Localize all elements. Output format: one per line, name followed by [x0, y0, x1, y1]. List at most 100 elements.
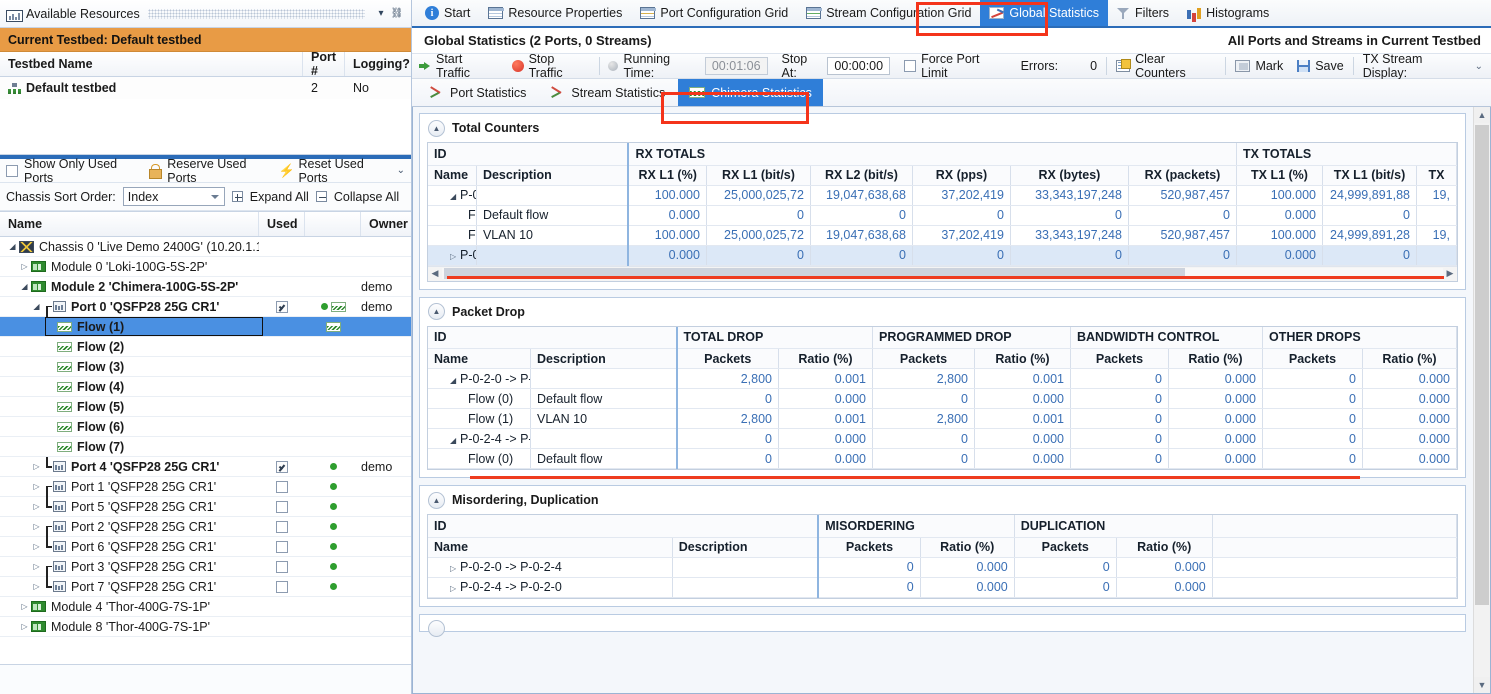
expander-expand-icon[interactable]: ▷: [30, 462, 43, 471]
grid-column-header[interactable]: TX L1 (%): [1236, 165, 1323, 186]
hscroll-track[interactable]: [442, 268, 1443, 279]
tree-used-cell[interactable]: [259, 520, 305, 533]
grid-column-header[interactable]: TX L1 (bit/s): [1322, 165, 1417, 186]
tree-item[interactable]: Flow (5): [0, 397, 411, 417]
grid-column-header[interactable]: Ratio (%): [920, 537, 1015, 558]
expander-expand-icon[interactable]: ▷: [450, 584, 460, 593]
grid-column-header[interactable]: Name: [428, 537, 673, 558]
used-checkbox[interactable]: [276, 560, 288, 573]
grid-column-header[interactable]: RX L2 (bit/s): [810, 165, 913, 186]
expander-collapse-icon[interactable]: ◢: [450, 376, 460, 385]
stop-at-input[interactable]: 00:00:00: [827, 57, 891, 75]
expander-expand-icon[interactable]: ▷: [30, 542, 43, 551]
collapse-toggle-icon[interactable]: ▲: [428, 303, 445, 320]
grid-row[interactable]: ▷ P-0-2-4 -> P-0-2-0 0 0.000 0 0.000: [428, 577, 1458, 598]
expander-expand-icon[interactable]: ▷: [450, 564, 460, 573]
expander-expand-icon[interactable]: ▷: [18, 602, 31, 611]
tab-resource-properties[interactable]: Resource Properties: [479, 0, 631, 26]
testbed-row[interactable]: Default testbed 2 No: [0, 77, 411, 99]
grid-column-header[interactable]: RX (packets): [1128, 165, 1237, 186]
grid-column-header[interactable]: Name: [428, 165, 477, 186]
used-checkbox[interactable]: [276, 580, 288, 593]
tree-item[interactable]: Flow (2): [0, 337, 411, 357]
tree-used-cell[interactable]: [259, 500, 305, 513]
grid-row[interactable]: ▷P-0-2-4 -> P-0-2-00.000000000.0000: [428, 245, 1458, 266]
chassis-sort-select[interactable]: Index: [122, 187, 225, 206]
tree-item[interactable]: Flow (4): [0, 377, 411, 397]
expander-expand-icon[interactable]: ▷: [450, 252, 460, 261]
expand-all-button[interactable]: Expand All: [250, 190, 309, 204]
expander-expand-icon[interactable]: ▷: [18, 622, 31, 631]
tree-used-cell[interactable]: [259, 480, 305, 493]
expander-collapse-icon[interactable]: ◢: [18, 282, 31, 291]
tree-item[interactable]: ▷ Module 0 'Loki-100G-5S-2P': [0, 257, 411, 277]
used-checkbox-checked[interactable]: [276, 300, 288, 313]
used-checkbox[interactable]: [276, 520, 288, 533]
grid-row[interactable]: Flow (0) Default flow 0 0.000 0 0.000 0 0.000 0 0…: [428, 388, 1457, 409]
grid-column-header[interactable]: Ratio (%): [778, 348, 873, 369]
horizontal-scrollbar[interactable]: ◀ ▶: [428, 265, 1457, 281]
stop-at-group[interactable]: Stop At: 00:00:00: [775, 52, 898, 80]
reserve-used-ports-button[interactable]: Reserve Used Ports: [167, 157, 272, 185]
tree-used-cell[interactable]: [259, 300, 305, 313]
tree-item[interactable]: ▷ Port 6 'QSFP28 25G CR1': [0, 536, 411, 557]
tree-used-cell[interactable]: [259, 540, 305, 553]
grid-column-header[interactable]: Ratio (%): [974, 348, 1071, 369]
start-traffic-button[interactable]: Start Traffic: [412, 52, 505, 80]
expander-expand-icon[interactable]: ▷: [30, 502, 43, 511]
scroll-up-arrow-icon[interactable]: ▲: [1474, 107, 1490, 123]
mark-button[interactable]: Mark: [1228, 54, 1290, 78]
tree-item[interactable]: ◢ Module 2 'Chimera-100G-5S-2P' demo: [0, 277, 411, 297]
hscroll-thumb[interactable]: [444, 268, 1185, 279]
tree-item[interactable]: ▷ Port 3 'QSFP28 25G CR1': [0, 557, 411, 577]
grid-column-header[interactable]: Ratio (%): [1362, 348, 1457, 369]
expander-expand-icon[interactable]: ▷: [30, 582, 43, 591]
grid-row[interactable]: ◢P-0-2-4 -> P-0-2-000.00000.00000.00000.…: [428, 428, 1457, 449]
pin-icon[interactable]: ⛓: [389, 6, 405, 22]
scroll-right-arrow-icon[interactable]: ▶: [1443, 268, 1457, 279]
reset-used-ports-button[interactable]: Reset Used Ports: [298, 157, 390, 185]
grid-row[interactable]: Flow (0)Default flow0.000000000.0000: [428, 205, 1458, 226]
grid-column-header[interactable]: Description: [476, 165, 629, 186]
tree-used-cell[interactable]: [259, 560, 305, 573]
scroll-left-arrow-icon[interactable]: ◀: [428, 268, 442, 279]
subtab-port-statistics[interactable]: Port Statistics: [418, 79, 537, 106]
grid-column-header[interactable]: [1212, 537, 1458, 558]
tab-global-statistics[interactable]: Global Statistics: [980, 0, 1109, 26]
expander-collapse-icon[interactable]: ◢: [450, 436, 460, 445]
tx-stream-display-group[interactable]: TX Stream Display:: [1356, 52, 1475, 80]
collapse-toggle-icon[interactable]: ▲: [428, 119, 445, 137]
expander-collapse-icon[interactable]: ◢: [6, 242, 19, 251]
show-only-used-ports-label[interactable]: Show Only Used Ports: [24, 157, 142, 185]
tree-item[interactable]: ▷ Port 2 'QSFP28 25G CR1': [0, 517, 411, 537]
tree-item[interactable]: ▷ Module 4 'Thor-400G-7S-1P': [0, 597, 411, 617]
grid-column-header[interactable]: Packets: [675, 348, 779, 369]
overflow-chevron-icon[interactable]: ⌄: [397, 165, 405, 176]
tree-item[interactable]: ◢ Port 0 'QSFP28 25G CR1' demo: [0, 297, 411, 317]
tree-item[interactable]: ▷ Port 7 'QSFP28 25G CR1': [0, 576, 411, 597]
expander-collapse-icon[interactable]: ◢: [450, 192, 460, 201]
subtab-chimera-statistics[interactable]: Chimera Statistics: [678, 79, 823, 106]
tab-histograms[interactable]: Histograms: [1178, 0, 1278, 26]
collapse-toggle-icon[interactable]: ▲: [428, 491, 445, 509]
grid-column-header[interactable]: Description: [672, 537, 819, 558]
scroll-down-arrow-icon[interactable]: ▼: [1474, 677, 1490, 693]
grid-row[interactable]: Flow (1) VLAN 10 2,800 0.001 2,800 0.001 0 0.00…: [428, 408, 1457, 429]
tree-item[interactable]: ▷ Port 4 'QSFP28 25G CR1' demo: [0, 456, 411, 477]
grid-row[interactable]: ◢P-0-2-0 -> P-0-2-42,8000.0012,8000.0010…: [428, 368, 1457, 389]
grid-column-header[interactable]: Ratio (%): [1116, 537, 1213, 558]
tree-item[interactable]: ▷ Port 5 'QSFP28 25G CR1': [0, 496, 411, 517]
used-checkbox[interactable]: [276, 480, 288, 493]
tree-item[interactable]: Flow (7): [0, 437, 411, 457]
resource-tree[interactable]: ◢ Chassis 0 'Live Demo 2400G' (10.20.1.1(…: [0, 237, 411, 664]
save-button[interactable]: Save: [1290, 54, 1351, 78]
show-only-used-ports-checkbox[interactable]: [6, 164, 18, 177]
grid-column-header[interactable]: RX (bytes): [1010, 165, 1129, 186]
tree-used-cell[interactable]: [259, 460, 305, 473]
tree-used-cell[interactable]: [259, 580, 305, 593]
grid-column-header[interactable]: Packets: [1070, 348, 1169, 369]
grid-column-header[interactable]: RX (pps): [912, 165, 1011, 186]
expander-expand-icon[interactable]: ▷: [18, 262, 31, 271]
tab-start[interactable]: i Start: [416, 0, 479, 26]
collapse-all-button[interactable]: Collapse All: [334, 190, 399, 204]
